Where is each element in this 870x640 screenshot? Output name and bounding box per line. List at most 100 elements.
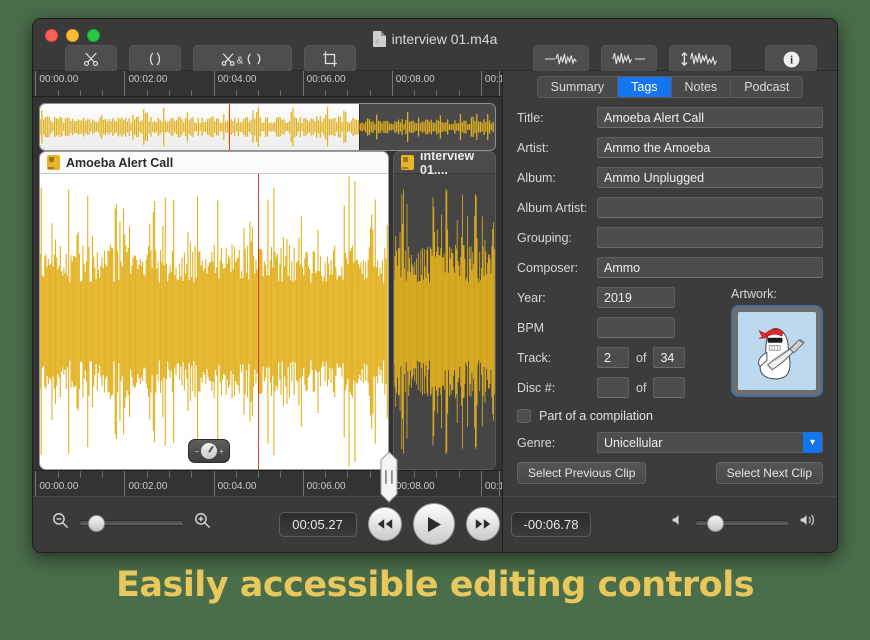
select-previous-clip-button[interactable]: Select Previous Clip [517,462,647,484]
zoom-slider[interactable] [79,515,184,532]
rewind-button[interactable] [367,507,402,541]
clip-playhead[interactable] [257,174,259,469]
composer-field[interactable]: Ammo [597,257,823,278]
scissors-icon [65,45,117,73]
svg-text:i: i [789,54,792,66]
waveform-overview[interactable] [39,103,496,151]
field-row-compilation: Part of a compilation [517,409,823,423]
field-row-album-artist: Album Artist: [517,197,823,218]
gain-plus-icon: + [219,446,224,456]
timeline-ruler-bottom[interactable]: 00:00.00 00:02.00 00:04.00 00:06.00 00:08.00… [33,470,502,496]
grouping-label: Grouping: [517,230,572,245]
split-handle[interactable] [377,451,401,503]
artwork-well[interactable] [731,305,823,397]
tab-podcast[interactable]: Podcast [731,77,803,97]
disc-number-field[interactable] [597,377,629,398]
gain-knob[interactable]: − + [188,439,230,463]
title-field[interactable]: Amoeba Alert Call [597,107,823,128]
aac-file-icon [401,155,414,170]
remaining-time-field[interactable]: -00:06.78 [510,511,592,537]
disc-label: Disc #: [517,380,556,395]
clip-waveform [394,174,495,469]
overview-waveform [40,107,494,147]
amoeba-guitarist-artwork [738,312,816,390]
track-total-field[interactable]: 34 [653,347,686,368]
artist-label: Artist: [517,140,549,155]
field-row-bpm: BPM [517,317,713,338]
window-content: 00:00.00 00:02.00 00:04.00 00:06.00 00:08.00… [33,71,837,552]
title-bar: ♪ interview 01.m4a Remove [33,19,837,90]
elapsed-time-field[interactable]: 00:05.27 [278,511,357,537]
album-artist-field[interactable] [597,197,823,218]
caption-text: Easily accessible editing controls [115,565,755,605]
field-row-genre: Genre: Unicellular ▾ [517,432,823,453]
bpm-field[interactable] [597,317,675,338]
artwork-section: Artwork: [731,287,823,407]
volume-slider-knob[interactable] [707,514,725,532]
fast-forward-button[interactable] [465,507,500,541]
ruler-label: 00:02.00 [128,481,168,492]
album-artist-label: Album Artist: [517,200,588,215]
field-row-album: Album: Ammo Unplugged [517,167,823,188]
clip-amoeba-alert-call[interactable]: Amoeba Alert Call − + [39,151,389,470]
field-row-title: Title: Amoeba Alert Call [517,107,823,128]
ruler-label: 00:08.00 [395,481,435,492]
inspector-tabs: Summary Tags Notes Podcast [536,76,804,98]
grouping-field[interactable] [597,227,823,248]
zoom-slider-knob[interactable] [88,515,106,532]
svg-text:&: & [237,56,244,67]
fade-out-icon [601,45,657,73]
clip-header: interview 01.... [394,152,495,177]
composer-label: Composer: [517,260,579,275]
clip-header: Amoeba Alert Call [40,152,388,174]
ruler-label: 00:04.00 [217,481,257,492]
crop-icon [303,45,356,73]
clips-area: Amoeba Alert Call − + [33,151,502,503]
compilation-checkbox[interactable] [517,409,531,423]
play-button[interactable] [412,503,455,545]
volume-low-icon[interactable] [671,513,686,532]
field-row-year: Year: 2019 [517,287,713,308]
aac-file-icon [47,155,60,170]
field-row-artist: Artist: Ammo the Amoeba [517,137,823,158]
editor-pane: 00:00.00 00:02.00 00:04.00 00:06.00 00:08.00… [33,71,503,552]
split-icon [129,45,181,73]
timeline-ruler-top[interactable]: 00:00.00 00:02.00 00:04.00 00:06.00 00:08.00… [33,71,502,97]
disc-total-field[interactable] [653,377,686,398]
gain-dial-icon [201,443,217,459]
normalize-icon [669,45,731,73]
artwork-label: Artwork: [731,287,777,301]
info-icon: i [765,45,817,73]
volume-slider[interactable] [695,514,790,532]
chevron-down-icon[interactable]: ▾ [803,432,822,453]
clip-title: Amoeba Alert Call [66,155,174,170]
application-window: ♪ interview 01.m4a Remove [32,18,838,553]
ruler-label: 00:00.00 [39,481,79,492]
scissors-split-icon: & [193,45,292,73]
zoom-in-icon[interactable] [193,511,212,535]
artist-field[interactable]: Ammo the Amoeba [597,137,823,158]
genre-select[interactable]: Unicellular ▾ [597,432,823,453]
year-field[interactable]: 2019 [597,287,675,308]
clip-interview-01[interactable]: interview 01.... [393,151,496,470]
zoom-out-icon[interactable] [51,511,70,535]
bpm-label: BPM [517,320,545,335]
clip-list: Amoeba Alert Call − + [39,151,496,470]
year-label: Year: [517,290,546,305]
tab-notes[interactable]: Notes [671,77,732,97]
inspector-pane: Summary Tags Notes Podcast Title: Amoeba… [503,71,837,552]
select-next-clip-button[interactable]: Select Next Clip [715,462,823,484]
track-number-field[interactable]: 2 [597,347,629,368]
tab-summary[interactable]: Summary [537,77,619,97]
field-row-track: Track: 2 of 34 [517,347,713,368]
album-field[interactable]: Ammo Unplugged [597,167,823,188]
genre-label: Genre: [517,435,556,450]
inspector-tabbar: Summary Tags Notes Podcast [503,71,837,103]
track-label: Track: [517,350,552,365]
volume-high-icon[interactable] [799,513,819,532]
disc-of-label: of [636,380,647,395]
compilation-label: Part of a compilation [539,409,653,423]
clip-waveform [40,174,388,469]
tab-tags[interactable]: Tags [618,77,672,97]
overview-playhead[interactable] [228,104,231,150]
